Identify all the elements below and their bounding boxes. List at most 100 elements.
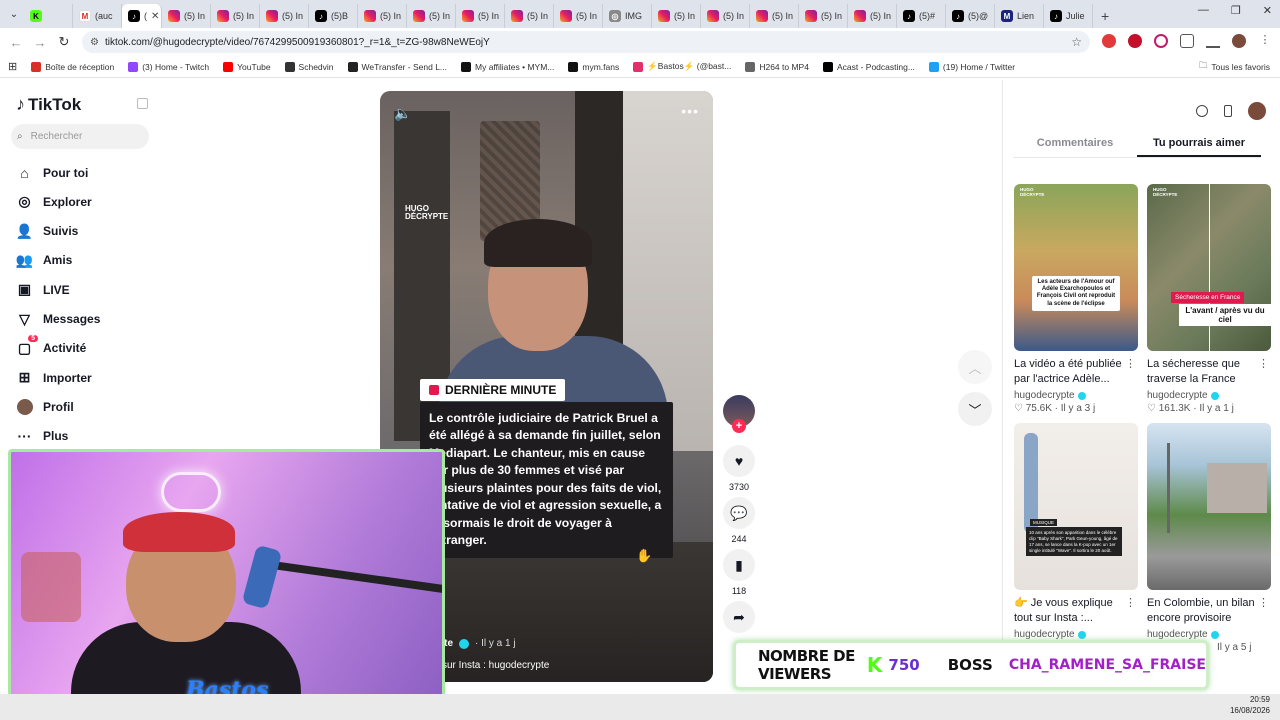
nav-item-amis[interactable]: 👥 Amis: [16, 252, 73, 269]
browser-tab[interactable]: (5) In: [554, 4, 603, 28]
browser-tab[interactable]: ♪ Julie: [1044, 4, 1093, 28]
system-clock[interactable]: 20:59 16/08/2026: [1230, 695, 1270, 717]
new-tab-button[interactable]: +: [1093, 8, 1117, 24]
browser-tab[interactable]: (5) In: [652, 4, 701, 28]
adblock-icon[interactable]: [1102, 34, 1116, 48]
bookmark-item[interactable]: Acast - Podcasting...: [822, 61, 915, 72]
bookmark-item[interactable]: Boîte de réception: [31, 61, 114, 72]
tiktok-logo[interactable]: ♪ TikTok: [16, 94, 81, 115]
next-video-button[interactable]: ﹀: [958, 392, 992, 426]
browser-tab[interactable]: ♪ (✕: [122, 4, 162, 28]
coin-icon[interactable]: [1196, 105, 1208, 117]
share-button[interactable]: ➦: [723, 601, 755, 633]
tab-recommended[interactable]: Tu pourrais aimer: [1137, 132, 1261, 157]
bookmark-item[interactable]: Schedvin: [284, 61, 334, 72]
browser-tab[interactable]: (5) In: [358, 4, 407, 28]
previous-video-button[interactable]: ︿: [958, 350, 992, 384]
video-card[interactable]: HUGO DÉCRYPTE Sécheresse en France L'avan…: [1147, 184, 1271, 414]
bookmark-item[interactable]: YouTube: [223, 61, 271, 72]
video-card[interactable]: HUGO DÉCRYPTE Les acteurs de l'Amour ouf …: [1014, 184, 1138, 414]
instagram-icon: [560, 10, 572, 22]
video-thumbnail[interactable]: MUSIQUE 10 ans après son apparition dans…: [1014, 423, 1138, 590]
video-card[interactable]: MUSIQUE 10 ans après son apparition dans…: [1014, 423, 1138, 640]
account-avatar[interactable]: [1248, 102, 1266, 120]
back-icon[interactable]: ←: [4, 35, 28, 50]
profile-avatar-icon[interactable]: [1232, 34, 1246, 48]
browser-tab[interactable]: (5) In: [750, 4, 799, 28]
nav-item-messages[interactable]: ▽ Messages: [16, 311, 100, 328]
bookmark-item[interactable]: mym.fans: [568, 61, 619, 72]
bookmark-item[interactable]: (19) Home / Twitter: [928, 61, 1015, 72]
browser-tab[interactable]: (5) In: [701, 4, 750, 28]
card-more-icon[interactable]: ⋮: [1258, 357, 1269, 372]
save-button[interactable]: ▮ 118: [723, 549, 755, 596]
menu-icon[interactable]: ⋮: [1258, 34, 1272, 48]
card-more-icon[interactable]: ⋮: [1125, 357, 1136, 372]
minimize-icon[interactable]: —: [1198, 4, 1209, 17]
browser-tab[interactable]: (5) In: [407, 4, 456, 28]
volume-icon[interactable]: 🔈: [394, 105, 411, 122]
phone-icon[interactable]: [1224, 105, 1232, 117]
close-window-icon[interactable]: ✕: [1263, 4, 1272, 17]
browser-tab[interactable]: (5) In: [799, 4, 848, 28]
nav-item-live[interactable]: ▣ LIVE: [16, 281, 70, 298]
video-thumbnail[interactable]: HUGO DÉCRYPTE Les acteurs de l'Amour ouf …: [1014, 184, 1138, 351]
follow-plus-icon[interactable]: +: [732, 419, 746, 433]
browser-tab[interactable]: (5) In: [162, 4, 211, 28]
browser-tab[interactable]: ◎ IMG: [603, 4, 652, 28]
bookmark-item[interactable]: (3) Home - Twitch: [128, 61, 209, 72]
nav-item-activit[interactable]: ▢ 5 Activité: [16, 334, 86, 357]
comment-button[interactable]: 💬 244: [723, 497, 755, 544]
block-icon[interactable]: [1154, 34, 1168, 48]
site-info-icon[interactable]: ⚙: [90, 37, 99, 48]
browser-tab[interactable]: M Lien: [995, 4, 1044, 28]
forward-icon[interactable]: →: [28, 35, 52, 50]
nav-item-explorer[interactable]: ◎ Explorer: [16, 193, 91, 210]
browser-tab[interactable]: (5) In: [260, 4, 309, 28]
browser-tab[interactable]: K: [24, 4, 73, 28]
nav-item-plus[interactable]: ··· Plus: [16, 428, 69, 445]
browser-tab[interactable]: M (auc: [73, 4, 122, 28]
bookmark-item[interactable]: WeTransfer - Send L...: [347, 61, 447, 72]
media-control-icon[interactable]: [1206, 34, 1220, 48]
tab-comments[interactable]: Commentaires: [1013, 132, 1137, 157]
card-author[interactable]: hugodecrypte: [1014, 629, 1138, 640]
card-author[interactable]: hugodecrypte: [1147, 390, 1271, 401]
nav-item-pourtoi[interactable]: ⌂ Pour toi: [16, 164, 88, 181]
maximize-icon[interactable]: ❐: [1231, 4, 1241, 17]
nav-item-importer[interactable]: ⊞ Importer: [16, 369, 92, 386]
video-thumbnail[interactable]: [1147, 423, 1271, 590]
browser-tab[interactable]: (5) In: [848, 4, 897, 28]
card-author[interactable]: hugodecrypte: [1014, 390, 1138, 401]
video-thumbnail[interactable]: HUGO DÉCRYPTE Sécheresse en France L'avan…: [1147, 184, 1271, 351]
reload-icon[interactable]: ↻: [52, 34, 76, 50]
like-button[interactable]: ♥ 3730: [723, 445, 755, 492]
apps-grid-icon[interactable]: ⊞: [8, 60, 17, 73]
bookmark-item[interactable]: My affiliates • MYM...: [461, 61, 554, 72]
url-bar[interactable]: ⚙ tiktok.com/@hugodecrypte/video/7674299…: [82, 31, 1090, 53]
browser-tab[interactable]: ♪ (5)#: [897, 4, 946, 28]
video-card[interactable]: En Colombie, un bilan encore provisoire …: [1147, 423, 1271, 653]
card-more-icon[interactable]: ⋮: [1258, 596, 1269, 611]
opera-icon[interactable]: [1128, 34, 1142, 48]
video-author[interactable]: pte · Il y a 1 j: [438, 638, 516, 649]
bookmark-star-icon[interactable]: ☆: [1071, 35, 1082, 49]
bookmark-item[interactable]: H264 to MP4: [745, 61, 809, 72]
nav-item-suivis[interactable]: 👤 Suivis: [16, 223, 79, 240]
video-more-icon[interactable]: •••: [681, 103, 699, 119]
browser-tab[interactable]: ♪ (5)@: [946, 4, 995, 28]
browser-tab[interactable]: (5) In: [505, 4, 554, 28]
all-bookmarks[interactable]: 🗀 Tous les favoris: [1199, 60, 1270, 74]
collapse-sidebar-icon[interactable]: [137, 98, 148, 109]
browser-tab[interactable]: ♪ (5)B: [309, 4, 358, 28]
browser-tab[interactable]: (5) In: [211, 4, 260, 28]
nav-item-profil[interactable]: Profil: [16, 398, 74, 415]
browser-tab[interactable]: (5) In: [456, 4, 505, 28]
card-more-icon[interactable]: ⋮: [1125, 596, 1136, 611]
extensions-puzzle-icon[interactable]: [1180, 34, 1194, 48]
bookmark-item[interactable]: ⚡Bastos⚡ (@bast...: [633, 61, 731, 72]
close-tab-icon[interactable]: ✕: [151, 11, 159, 22]
search-input[interactable]: ⌕ Rechercher: [11, 124, 149, 149]
card-author[interactable]: hugodecrypte: [1147, 629, 1271, 640]
tab-search-icon[interactable]: ⌄: [4, 4, 24, 24]
